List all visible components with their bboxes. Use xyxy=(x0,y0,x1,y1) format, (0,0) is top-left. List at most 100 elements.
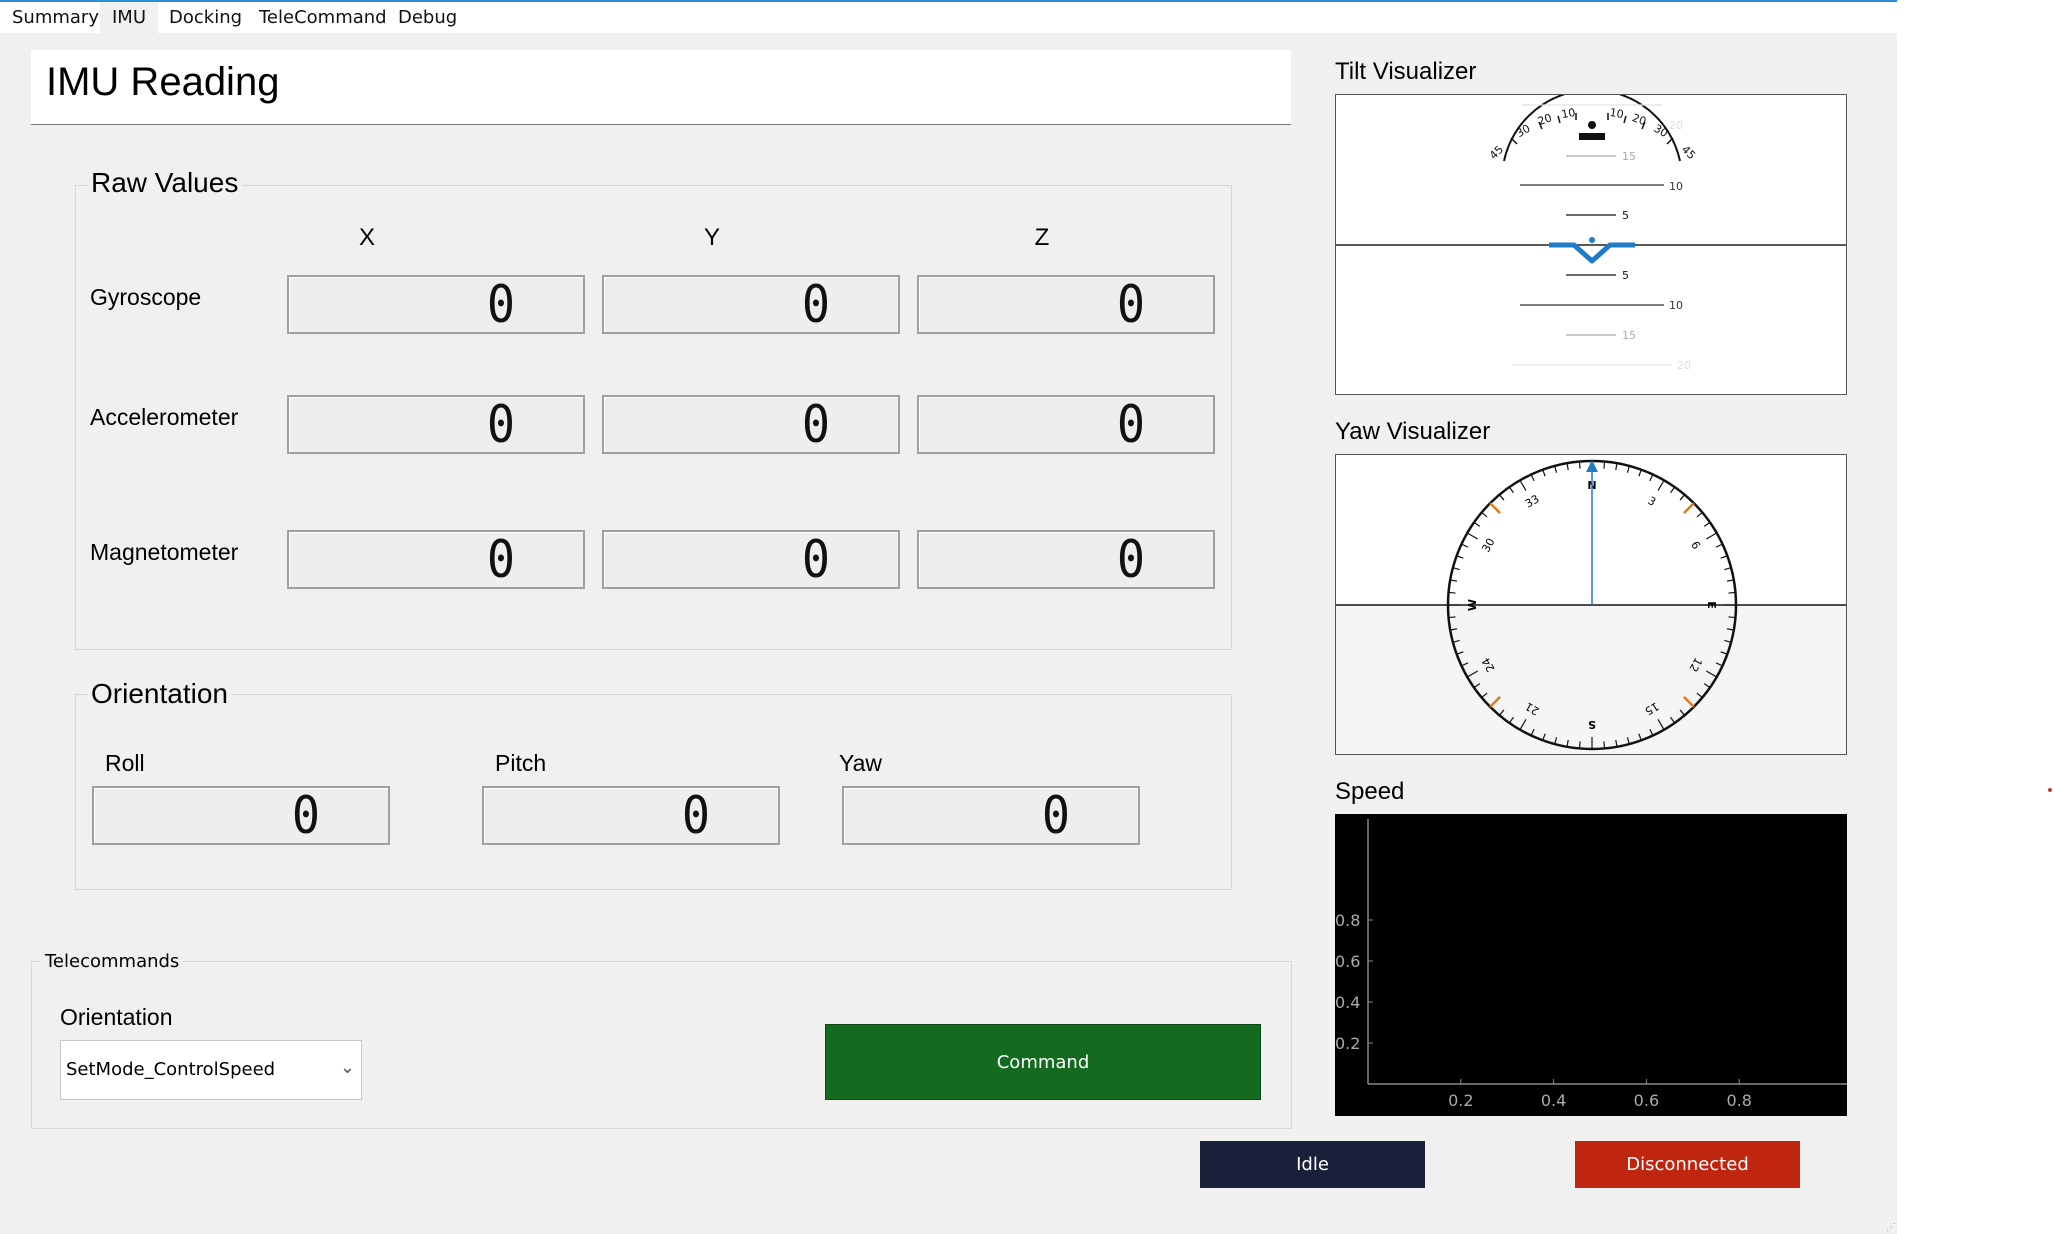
compass-tick xyxy=(1489,502,1501,514)
arc-label-left: 30 xyxy=(1514,122,1533,140)
arc-label-right: 20 xyxy=(1630,111,1648,128)
lcd-digit: 0 xyxy=(1116,275,1146,335)
compass-label: E xyxy=(1705,601,1718,609)
compass-tick xyxy=(1670,486,1676,494)
command-button[interactable]: Command xyxy=(825,1024,1261,1100)
compass-tick xyxy=(1603,741,1606,749)
compass-tick xyxy=(1466,532,1478,540)
tab-debug[interactable]: Debug xyxy=(386,2,469,33)
resize-grip-icon[interactable]: ⋰ xyxy=(1886,1222,1896,1233)
arc-label-right: 30 xyxy=(1651,122,1670,140)
arc-label-left: 45 xyxy=(1487,143,1506,162)
compass-label: 3 xyxy=(1645,494,1658,509)
chevron-down-icon: ⌄ xyxy=(339,1057,355,1077)
compass-tick xyxy=(1683,502,1695,514)
arc-label-right: 10 xyxy=(1609,106,1625,121)
compass-tick xyxy=(1657,479,1665,491)
raw-values-title: Raw Values xyxy=(87,167,243,199)
column-y-label: Y xyxy=(703,224,720,251)
yaw-display: 0 xyxy=(842,786,1140,845)
roll-display: 0 xyxy=(92,786,390,845)
compass-label: 30 xyxy=(1479,536,1497,555)
compass-tick xyxy=(1578,741,1581,749)
yaw-label: Yaw xyxy=(839,750,883,776)
tab-docking[interactable]: Docking xyxy=(157,2,254,33)
x-tick-label: 0.8 xyxy=(1726,1091,1751,1110)
tab-summary[interactable]: Summary xyxy=(0,2,111,33)
magnetometer-z-display: 0 xyxy=(917,530,1215,589)
compass-tick xyxy=(1481,511,1488,518)
compass-tick xyxy=(1542,469,1546,477)
lcd-digit: 0 xyxy=(801,275,831,335)
compass-tick xyxy=(1530,474,1535,482)
yaw-visualizer-title: Yaw Visualizer xyxy=(1335,418,1491,445)
tab-telecommand[interactable]: TeleCommand xyxy=(247,2,399,33)
pitch-label: 5 xyxy=(1622,209,1629,222)
compass-tick xyxy=(1696,511,1703,518)
compass-tick xyxy=(1720,555,1728,559)
page-title-box: IMU Reading xyxy=(31,50,1291,125)
mode-select[interactable]: SetMode_ControlSpeed ⌄ xyxy=(60,1040,362,1100)
tab-imu[interactable]: IMU xyxy=(100,2,159,33)
compass-tick xyxy=(1638,469,1642,477)
speed-chart: 0.2 0.4 0.6 0.8 0.8 0.6 0.4 0.2 xyxy=(1335,814,1847,1116)
lcd-digit: 0 xyxy=(801,530,831,590)
lcd-digit: 0 xyxy=(291,786,321,846)
gyroscope-y-display: 0 xyxy=(602,275,900,334)
compass-tick xyxy=(1473,521,1481,527)
compass-tick xyxy=(1519,479,1527,491)
lcd-digit: 0 xyxy=(486,275,516,335)
roll-label: Roll xyxy=(105,750,145,776)
connection-status-button[interactable]: Disconnected xyxy=(1575,1141,1800,1188)
arc-label-right: 45 xyxy=(1679,143,1698,162)
compass-tick xyxy=(1456,555,1464,559)
connection-status-label: Disconnected xyxy=(1626,1154,1749,1175)
idle-status-button[interactable]: Idle xyxy=(1200,1141,1425,1188)
tilt-visualizer-title: Tilt Visualizer xyxy=(1335,58,1477,85)
x-tick-label: 0.2 xyxy=(1448,1091,1473,1110)
compass-tick xyxy=(1448,616,1456,619)
x-tick-label: 0.6 xyxy=(1634,1091,1659,1110)
pitch-label: 15 xyxy=(1622,150,1636,163)
magnetometer-x-display: 0 xyxy=(287,530,585,589)
lcd-digit: 0 xyxy=(1116,530,1146,590)
orientation-title: Orientation xyxy=(87,678,232,710)
y-tick-label: 0.4 xyxy=(1335,993,1360,1012)
compass-tick xyxy=(1715,543,1723,548)
compass-tick xyxy=(1461,543,1469,548)
pitch-label: 10 xyxy=(1669,180,1683,193)
compass-tick xyxy=(1448,591,1456,594)
lcd-digit: 0 xyxy=(1116,395,1146,455)
compass-tick xyxy=(1578,461,1581,469)
compass-label: W xyxy=(1466,599,1479,611)
command-button-label: Command xyxy=(996,1051,1090,1073)
accelerometer-x-display: 0 xyxy=(287,395,585,454)
compass-tick xyxy=(1703,521,1711,527)
compass: NESW36121521243033 xyxy=(1336,459,1846,754)
pitch-label: 10 xyxy=(1669,299,1683,312)
compass-label: 33 xyxy=(1523,492,1542,510)
speed-title: Speed xyxy=(1335,778,1405,805)
arc-label-left: 20 xyxy=(1536,111,1554,128)
page-title: IMU Reading xyxy=(46,60,280,104)
accelerometer-z-display: 0 xyxy=(917,395,1215,454)
attitude-indicator: 45 30 20 10 10 20 30 45 20 15 10 5 5 10 … xyxy=(1336,95,1846,394)
mode-select-value: SetMode_ControlSpeed xyxy=(66,1059,276,1080)
lcd-digit: 0 xyxy=(801,395,831,455)
compass-tick xyxy=(1706,532,1718,540)
compass-label: 6 xyxy=(1688,539,1703,552)
indicator-dot xyxy=(2048,788,2052,792)
gyroscope-z-display: 0 xyxy=(917,275,1215,334)
y-tick-label: 0.8 xyxy=(1335,911,1360,930)
column-x-label: X xyxy=(358,224,375,251)
compass-tick xyxy=(1728,616,1736,619)
compass-tick xyxy=(1498,494,1505,501)
compass-tick xyxy=(1649,474,1654,482)
arc-label-left: 10 xyxy=(1560,106,1576,121)
tilt-visualizer: 45 30 20 10 10 20 30 45 20 15 10 5 5 10 … xyxy=(1335,94,1847,395)
pitch-display: 0 xyxy=(482,786,780,845)
compass-tick xyxy=(1679,494,1686,501)
pitch-label: 20 xyxy=(1677,359,1691,372)
column-z-label: Z xyxy=(1034,224,1050,251)
idle-status-label: Idle xyxy=(1296,1154,1329,1175)
